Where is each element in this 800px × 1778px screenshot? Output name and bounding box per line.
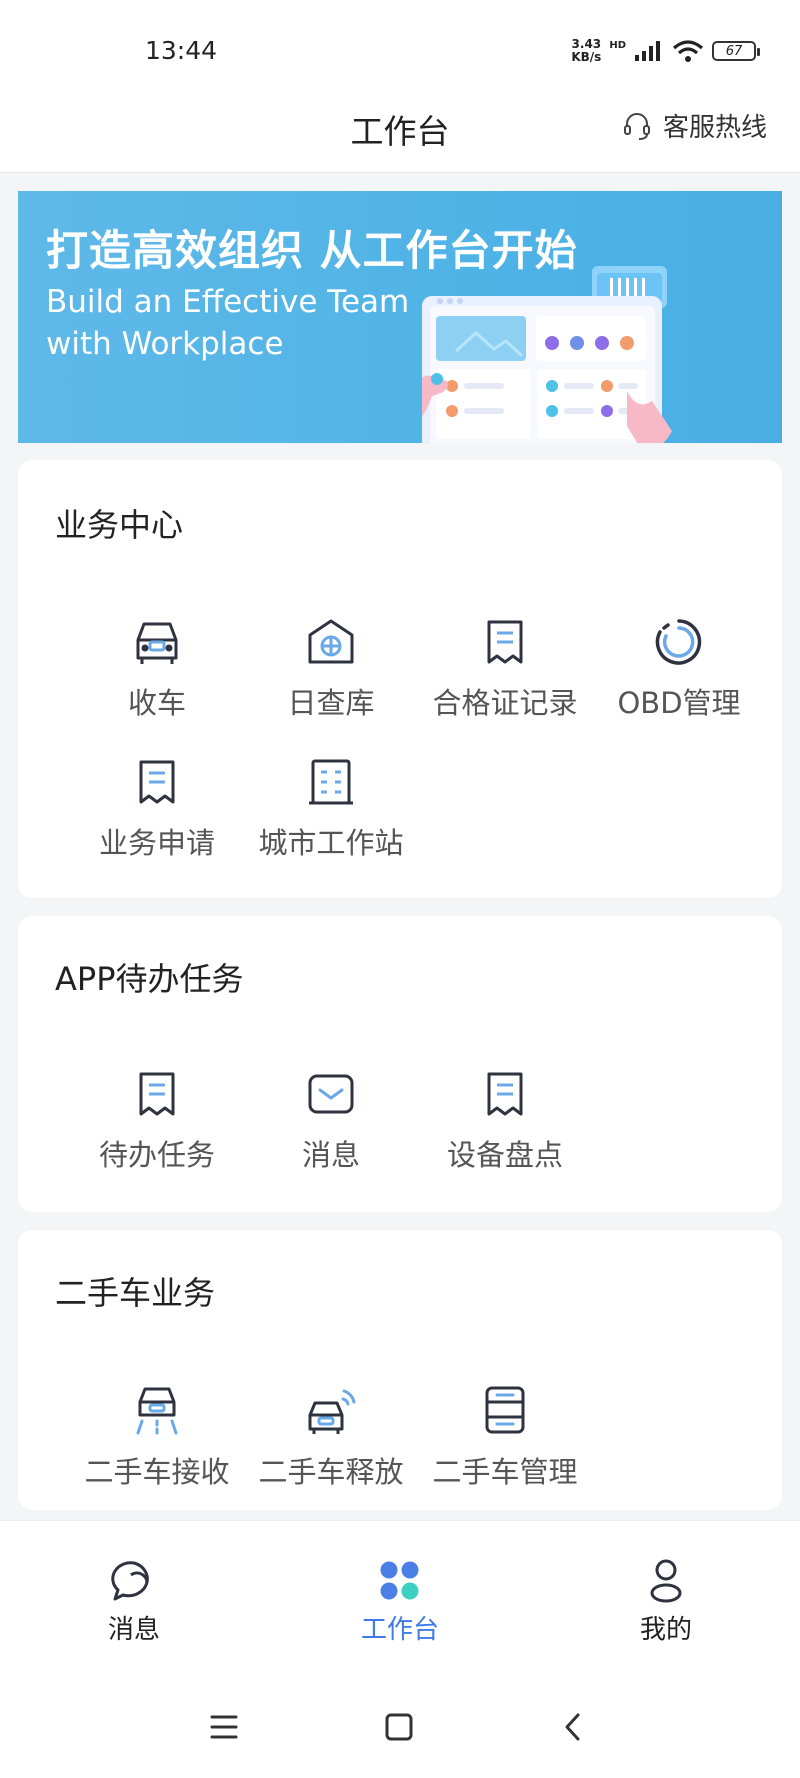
grid-item-used-car-management[interactable]: 二手车管理 bbox=[418, 1385, 592, 1491]
battery-indicator: 67 bbox=[712, 41, 760, 61]
grid-item-messages[interactable]: 消息 bbox=[244, 1070, 418, 1174]
headset-icon bbox=[623, 112, 650, 140]
hd-label: HD bbox=[609, 40, 626, 51]
car-receive-icon bbox=[136, 1387, 178, 1435]
status-indicators: 3.43 KB/s HD 67 bbox=[571, 38, 760, 64]
status-time: 13:44 bbox=[145, 36, 218, 65]
nav-item-mine[interactable]: 我的 bbox=[586, 1559, 746, 1646]
grid-item-used-car-release[interactable]: 二手车释放 bbox=[244, 1385, 418, 1491]
grid-item-label: 二手车接收 bbox=[84, 1455, 230, 1489]
network-speed: 3.43 KB/s bbox=[571, 38, 601, 64]
section-title: 业务中心 bbox=[55, 506, 184, 544]
system-nav-bar bbox=[0, 1700, 800, 1760]
chat-icon bbox=[111, 1561, 149, 1601]
grid-item-device-inventory[interactable]: 设备盘点 bbox=[418, 1070, 592, 1174]
grid-item-label: 消息 bbox=[301, 1138, 360, 1172]
nav-label: 我的 bbox=[639, 1615, 692, 1645]
grid-item-pending-tasks[interactable]: 待办任务 bbox=[70, 1070, 244, 1174]
page-header: 工作台 客服热线 bbox=[0, 95, 800, 173]
grid-item-label: 日查库 bbox=[287, 686, 375, 720]
grid-item-obd-management[interactable]: OBD管理 bbox=[592, 618, 766, 722]
banner-subtitle: Build an Effective Team with Workplace bbox=[46, 284, 410, 362]
grid-item-label: 收车 bbox=[127, 686, 186, 720]
grid-item-label: 设备盘点 bbox=[446, 1138, 563, 1172]
nav-label: 工作台 bbox=[360, 1615, 439, 1645]
grid-item-label: 城市工作站 bbox=[258, 826, 404, 860]
hotline-label: 客服热线 bbox=[662, 113, 767, 143]
grid-item-business-apply[interactable]: 业务申请 bbox=[70, 758, 244, 862]
network-speed-unit: KB/s bbox=[571, 50, 602, 64]
warehouse-icon bbox=[308, 619, 354, 664]
car-signal-icon bbox=[308, 1389, 356, 1434]
grid-item-label: 业务申请 bbox=[98, 826, 215, 860]
user-icon bbox=[650, 1559, 682, 1603]
building-icon bbox=[309, 759, 353, 805]
section-used-car: 二手车业务 二手车接收 二手车释放 二手车管理 bbox=[18, 1230, 782, 1510]
grid-item-daily-inventory[interactable]: 日查库 bbox=[244, 618, 418, 722]
grid-item-label: 二手车管理 bbox=[432, 1455, 578, 1489]
grid-item-certificate-record[interactable]: 合格证记录 bbox=[418, 618, 592, 722]
document-icon bbox=[487, 620, 523, 664]
promo-banner[interactable]: 打造高效组织 从工作台开始 Build an Effective Team wi… bbox=[18, 191, 782, 443]
section-business-center: 业务中心 收车 日查库 合格证记录 OBD管理 业务申请 城市工作站 bbox=[18, 460, 782, 898]
grid-item-city-station[interactable]: 城市工作站 bbox=[244, 758, 418, 862]
section-title: 二手车业务 bbox=[55, 1274, 216, 1312]
grid-item-label: OBD管理 bbox=[617, 686, 741, 720]
section-title: APP待办任务 bbox=[55, 960, 244, 998]
menu-icon[interactable] bbox=[208, 1712, 240, 1742]
document-icon bbox=[139, 1072, 175, 1116]
server-icon bbox=[485, 1386, 525, 1434]
document-icon bbox=[139, 760, 175, 804]
nav-item-messages[interactable]: 消息 bbox=[54, 1559, 214, 1646]
grid-item-receive-car[interactable]: 收车 bbox=[70, 618, 244, 722]
mail-icon bbox=[308, 1074, 354, 1114]
grid-item-label: 待办任务 bbox=[98, 1138, 215, 1172]
wifi-icon bbox=[672, 40, 704, 62]
car-icon bbox=[136, 622, 178, 664]
banner-illustration bbox=[422, 266, 672, 443]
status-bar: 13:44 3.43 KB/s HD 67 bbox=[0, 0, 800, 95]
grid-item-used-car-receive[interactable]: 二手车接收 bbox=[70, 1385, 244, 1491]
nav-item-workbench[interactable]: 工作台 bbox=[320, 1559, 480, 1646]
obd-ring-icon bbox=[655, 619, 702, 665]
document-icon bbox=[487, 1072, 523, 1116]
nav-label: 消息 bbox=[107, 1615, 160, 1645]
hotline-button[interactable]: 客服热线 bbox=[621, 107, 767, 144]
grid-item-label: 二手车释放 bbox=[258, 1455, 404, 1489]
signal-icon bbox=[635, 41, 660, 61]
home-icon[interactable] bbox=[383, 1712, 415, 1742]
back-icon[interactable] bbox=[558, 1712, 590, 1742]
grid-item-label: 合格证记录 bbox=[432, 686, 578, 720]
section-app-tasks: APP待办任务 待办任务 消息 设备盘点 bbox=[18, 916, 782, 1212]
grid-icon bbox=[380, 1561, 419, 1600]
